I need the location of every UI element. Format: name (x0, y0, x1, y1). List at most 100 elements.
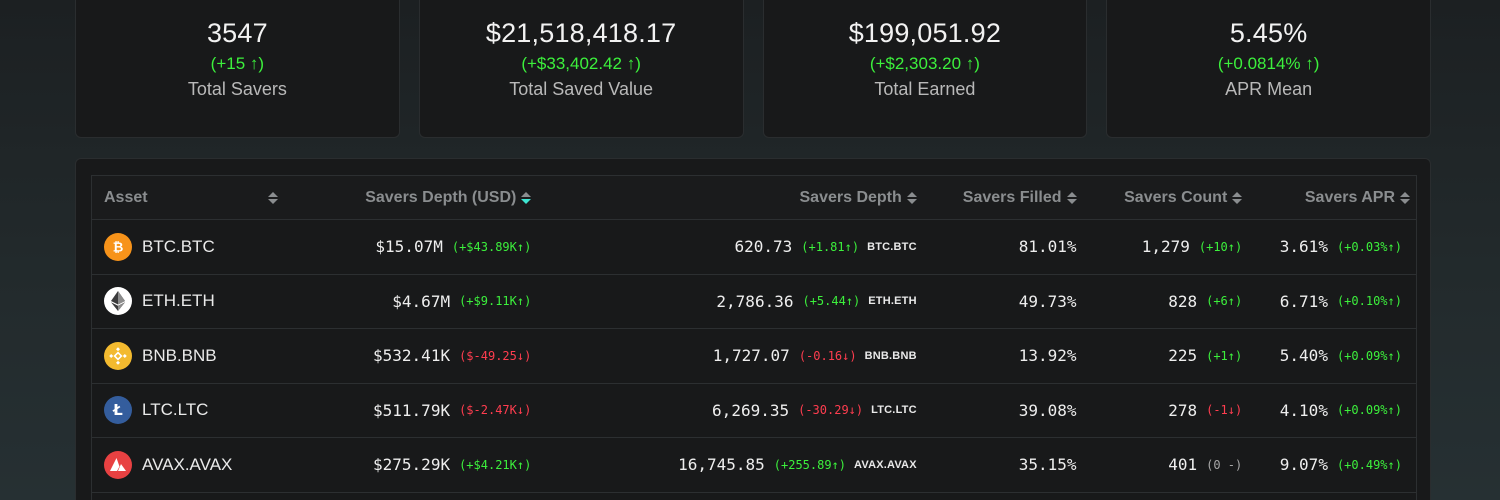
bnb-icon (104, 341, 132, 370)
column-header-label: Savers Depth (USD) (365, 188, 517, 206)
change-badge: (+0.49%↑) (1336, 457, 1402, 472)
stat-card-total-saved-value: $21,518,418.17 (+$33,402.42 ↑) Total Sav… (418, 0, 744, 138)
savers-count-cell: 401 (0 -) (1076, 438, 1242, 492)
savers-depth-cell: 16,745.85 (+255.89↑) AVAX.AVAX (531, 438, 916, 492)
sort-descending-icon[interactable] (521, 191, 532, 204)
bitcoin-icon: ₿ (104, 232, 132, 261)
table-row[interactable]: ETH.ETH $4.67M (+$9.11K↑) 2,786.36 (+5.4… (92, 275, 1416, 329)
column-header-savers-filled[interactable]: Savers Filled (917, 176, 1077, 219)
change-badge: (+10↑) (1198, 239, 1243, 254)
change-badge: (+6↑) (1206, 294, 1243, 309)
cell-value: $275.29K (373, 455, 451, 475)
stat-label: Total Earned (874, 79, 976, 99)
stat-value: 3547 (206, 18, 268, 48)
column-header-label: Asset (104, 188, 148, 206)
sort-icon[interactable] (1232, 191, 1243, 204)
stat-card-total-savers: 3547 (+15 ↑) Total Savers (75, 0, 400, 138)
stat-card-total-earned: $199,051.92 (+$2,303.20 ↑) Total Earned (762, 0, 1088, 138)
stat-value: 5.45% (1229, 18, 1308, 48)
table-row[interactable]: Ł LTC.LTC $511.79K ($-2.47K↓) 6,269.35 (… (92, 384, 1416, 438)
savers-table: Asset Savers Depth (USD) Savers Depth Sa… (91, 175, 1417, 500)
svg-text:₿: ₿ (113, 240, 124, 255)
stat-value: $21,518,418.17 (485, 18, 677, 48)
asset-cell: ETH.ETH (92, 275, 292, 329)
cell-value: 278 (1168, 400, 1198, 420)
savers-depth-usd-cell: $511.79K ($-2.47K↓) (292, 384, 532, 438)
ethereum-icon (104, 287, 132, 316)
sort-icon[interactable] (906, 191, 917, 204)
column-header-savers-count[interactable]: Savers Count (1077, 176, 1243, 219)
savers-filled-cell: 81.01% (917, 220, 1077, 274)
cell-value: 3.61% (1279, 237, 1328, 257)
change-badge: (+5.44↑) (802, 294, 861, 309)
change-badge: (-30.29↓) (798, 403, 864, 418)
savers-depth-usd-cell: $15.07M (+$43.89K↑) (292, 220, 531, 274)
savers-apr-cell: 4.10% (+0.09%↑) (1242, 384, 1416, 438)
savers-apr-cell: 3.61% (+0.03%↑) (1242, 220, 1416, 274)
cell-value: 49.73% (1018, 291, 1077, 311)
asset-cell: BNB.BNB (92, 329, 292, 383)
column-header-label: Savers Count (1124, 188, 1228, 206)
savers-filled-cell: 13.92% (917, 329, 1077, 383)
column-header-label: Savers Depth (799, 188, 902, 206)
savers-apr-cell: 6.71% (+0.10%↑) (1242, 275, 1416, 329)
sort-icon[interactable] (1400, 191, 1410, 204)
asset-name: BNB.BNB (142, 345, 217, 365)
stat-label: Total Savers (187, 79, 287, 99)
savers-filled-cell: 39.08% (917, 384, 1077, 438)
asset-unit: AVAX.AVAX (854, 458, 917, 471)
table-header: Asset Savers Depth (USD) Savers Depth Sa… (92, 176, 1416, 220)
savers-apr-cell: 5.40% (+0.09%↑) (1242, 329, 1416, 383)
table-row[interactable]: BNB.BNB $532.41K ($-49.25↓) 1,727.07 (-0… (92, 329, 1416, 384)
change-badge: ($-2.47K↓) (459, 403, 532, 418)
asset-cell: AVAX.AVAX (92, 438, 292, 492)
savers-apr-cell: 9.07% (+0.49%↑) (1242, 438, 1416, 492)
cell-value: 5.40% (1279, 346, 1328, 366)
sort-icon[interactable] (1066, 191, 1077, 204)
cell-value: $511.79K (373, 400, 451, 420)
column-header-savers-depth[interactable]: Savers Depth (531, 176, 917, 219)
cell-value: 16,745.85 (678, 455, 765, 475)
column-header-savers-apr[interactable]: Savers APR (1242, 176, 1416, 219)
cell-value: 225 (1168, 346, 1198, 366)
asset-unit: BTC.BTC (867, 240, 917, 253)
sort-icon[interactable] (267, 191, 278, 204)
change-badge: (+$4.21K↑) (459, 457, 532, 472)
column-header-savers-depth-usd[interactable]: Savers Depth (USD) (292, 176, 532, 219)
savers-count-cell: 278 (-1↓) (1076, 384, 1242, 438)
change-badge: (+255.89↑) (773, 457, 847, 472)
cell-value: 828 (1168, 291, 1198, 311)
savers-count-cell: 828 (+6↑) (1076, 275, 1242, 329)
column-header-asset[interactable]: Asset (92, 176, 292, 219)
stats-row: 3547 (+15 ↑) Total Savers $21,518,418.17… (75, 0, 1431, 138)
stat-change: (+15 ↑) (210, 54, 265, 73)
avalanche-icon (104, 450, 132, 479)
cell-value: 13.92% (1018, 346, 1077, 366)
asset-cell: ₿ BTC.BTC (92, 220, 292, 274)
cell-value: $532.41K (373, 346, 451, 366)
cell-value: $4.67M (392, 291, 451, 311)
cell-value: 1,727.07 (712, 346, 790, 366)
stat-change: (+$33,402.42 ↑) (521, 54, 641, 73)
stat-label: Total Saved Value (509, 79, 653, 99)
table-row[interactable]: ₿ BTC.BTC $15.07M (+$43.89K↑) 620.73 (+1… (92, 220, 1416, 275)
stat-change: (+0.0814% ↑) (1217, 54, 1320, 73)
savers-depth-usd-cell: $4.67M (+$9.11K↑) (292, 275, 531, 329)
asset-name: AVAX.AVAX (142, 454, 233, 474)
column-header-label: Savers Filled (962, 188, 1062, 206)
cell-value: 4.10% (1279, 400, 1328, 420)
change-badge: (+0.09%↑) (1336, 403, 1402, 418)
table-row[interactable]: AVAX.AVAX $275.29K (+$4.21K↑) 16,745.85 … (92, 438, 1416, 493)
asset-unit: LTC.LTC (871, 404, 917, 417)
cell-value: 39.08% (1018, 400, 1077, 420)
savers-table-panel: Asset Savers Depth (USD) Savers Depth Sa… (75, 158, 1431, 500)
litecoin-icon: Ł (104, 396, 132, 425)
savers-depth-usd-cell: $532.41K ($-49.25↓) (292, 329, 532, 383)
change-badge: ($-49.25↓) (459, 348, 532, 363)
cell-value: 620.73 (734, 237, 793, 257)
change-badge: (+1↑) (1206, 348, 1243, 363)
savers-count-cell: 1,279 (+10↑) (1076, 220, 1243, 274)
change-badge: (-0.16↓) (798, 348, 857, 363)
cell-value: 6.71% (1279, 291, 1328, 311)
column-header-label: Savers APR (1304, 188, 1395, 206)
